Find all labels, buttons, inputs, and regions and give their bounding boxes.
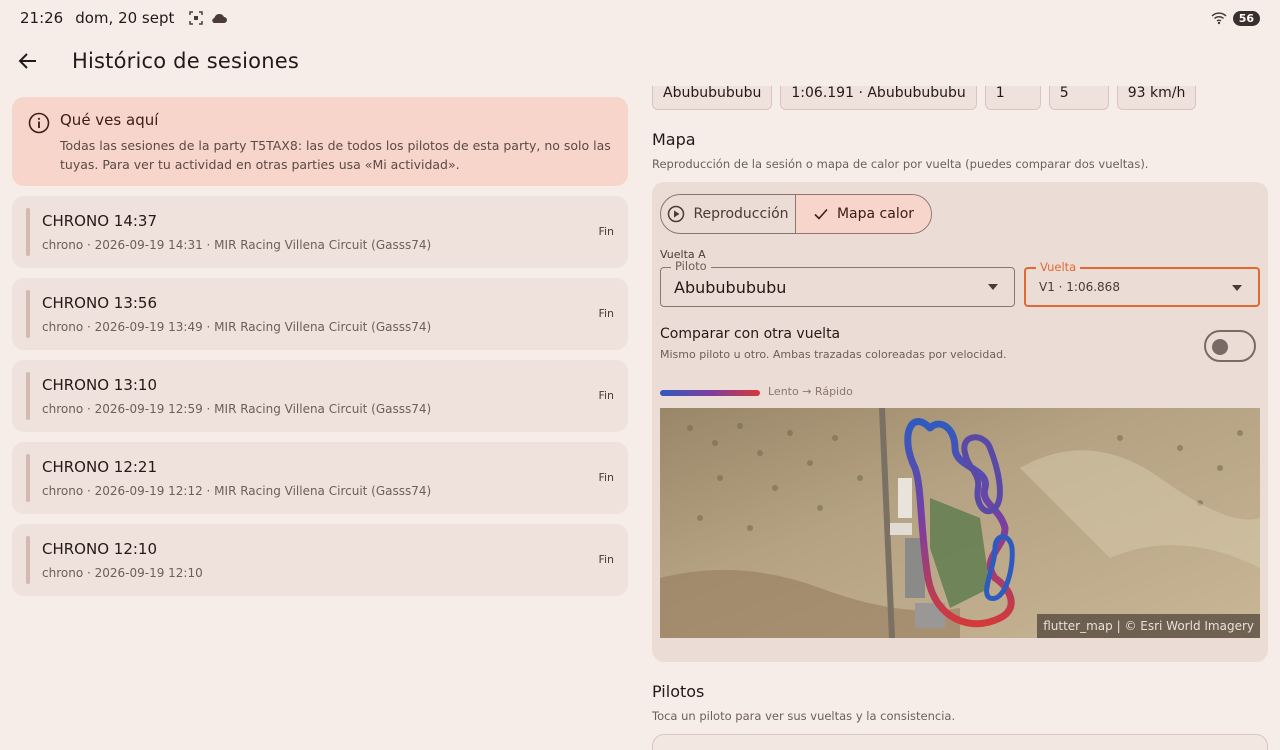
toggle-knob [1212,339,1228,355]
chip-laps-count: 5 [1048,86,1109,110]
session-status: Fin [598,471,614,484]
cloud-icon [212,13,228,23]
session-title: CHRONO 12:21 [42,458,158,476]
compare-subtitle: Mismo piloto u otro. Ambas trazadas colo… [660,348,1007,361]
pilot-dropdown-label: Piloto [671,259,711,273]
mode-heatmap-button[interactable]: Mapa calor [796,195,931,233]
lap-dropdown-label: Vuelta [1036,260,1081,274]
map-imagery [660,408,1260,638]
status-icons [188,10,228,26]
status-time: 21:26 [20,9,64,27]
screenshot-icon [189,11,204,25]
session-item[interactable]: CHRONO 12:21 chrono · 2026-09-19 12:12 ·… [12,442,628,514]
status-right: 56 [1211,10,1260,26]
mode-replay-label: Reproducción [693,206,789,222]
pilots-section-subtitle: Toca un piloto para ver sus vueltas y la… [652,709,956,723]
summary-chips: Abububububu 1:06.191 · Abububububu 1 5 9… [652,86,1197,110]
session-subtitle: chrono · 2026-09-19 12:12 · MIR Racing V… [42,484,432,498]
pilots-section-title: Pilotos [652,682,705,701]
session-status: Fin [598,389,614,402]
chip-best-lap: 1:06.191 · Abububububu [780,86,977,110]
chip-top-speed: 93 km/h [1116,86,1197,110]
session-item[interactable]: CHRONO 13:10 chrono · 2026-09-19 12:59 ·… [12,360,628,432]
battery-icon: 56 [1232,10,1260,26]
compare-title: Comparar con otra vuelta [660,326,841,342]
session-title: CHRONO 13:56 [42,294,158,312]
play-circle-icon [668,205,685,223]
pilot-dropdown-value: Abububububu [674,277,787,297]
page-title: Histórico de sesiones [72,49,299,73]
mode-replay-button[interactable]: Reproducción [661,195,796,233]
check-icon [814,208,828,220]
lap-dropdown-value: V1 · 1:06.868 [1039,280,1120,294]
dropdown-arrow-icon [988,284,998,290]
session-subtitle: chrono · 2026-09-19 14:31 · MIR Racing V… [42,238,432,252]
arrow-back-icon [18,53,36,69]
pilots-list-card[interactable] [652,734,1268,750]
info-card: Qué ves aquí Todas las sesiones de la pa… [12,97,628,186]
app-bar: Histórico de sesiones [0,36,1280,86]
chip-best-pilot: Abububububu [652,86,773,110]
sessions-column: Qué ves aquí Todas las sesiones de la pa… [12,97,628,596]
info-icon [28,112,50,134]
session-subtitle: chrono · 2026-09-19 12:59 · MIR Racing V… [42,402,432,416]
map-mode-selector: Reproducción Mapa calor [660,194,932,234]
session-status: Fin [598,307,614,320]
wifi-icon [1211,12,1227,25]
info-title: Qué ves aquí [60,111,159,129]
session-accent-bar [26,536,30,584]
session-accent-bar [26,290,30,338]
chip-pilots-count: 1 [984,86,1041,110]
session-detail-panel[interactable]: Abububububu 1:06.191 · Abububububu 1 5 9… [652,86,1268,750]
session-subtitle: chrono · 2026-09-19 13:49 · MIR Racing V… [42,320,432,334]
session-accent-bar [26,208,30,256]
status-date: dom, 20 sept [75,9,175,27]
compare-toggle[interactable] [1204,330,1256,362]
speed-legend-gradient [660,390,760,396]
session-accent-bar [26,454,30,502]
session-accent-bar [26,372,30,420]
info-body: Todas las sesiones de la party T5TAX8: l… [60,138,611,172]
session-title: CHRONO 12:10 [42,540,158,558]
map-attribution: flutter_map | © Esri World Imagery [1037,614,1260,638]
speed-legend-label: Lento → Rápido [768,385,853,398]
status-bar: 21:26 dom, 20 sept 56 [0,0,1280,36]
session-item[interactable]: CHRONO 12:10 chrono · 2026-09-19 12:10 F… [12,524,628,596]
pilot-dropdown[interactable]: Piloto Abububububu [660,259,1015,307]
session-status: Fin [598,553,614,566]
session-status: Fin [598,225,614,238]
session-title: CHRONO 13:10 [42,376,158,394]
mode-heatmap-label: Mapa calor [836,206,915,222]
back-button[interactable] [16,49,40,73]
session-subtitle: chrono · 2026-09-19 12:10 [42,566,203,580]
session-title: CHRONO 14:37 [42,212,158,230]
session-item[interactable]: CHRONO 14:37 chrono · 2026-09-19 14:31 ·… [12,196,628,268]
map-section-subtitle: Reproducción de la sesión o mapa de calo… [652,157,1149,171]
dropdown-arrow-icon [1232,285,1242,291]
map-card: Reproducción Mapa calor Vuelta A Piloto … [652,182,1268,662]
map-section-title: Mapa [652,130,696,149]
session-item[interactable]: CHRONO 13:56 chrono · 2026-09-19 13:49 ·… [12,278,628,350]
satellite-map[interactable]: flutter_map | © Esri World Imagery [660,408,1260,638]
lap-dropdown[interactable]: Vuelta V1 · 1:06.868 [1024,260,1260,307]
